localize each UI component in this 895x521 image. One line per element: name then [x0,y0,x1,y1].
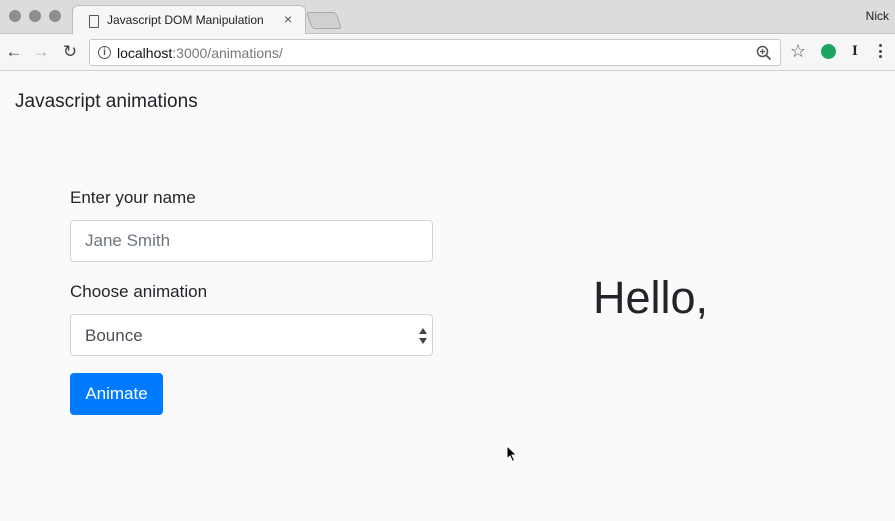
address-bar[interactable]: i localhost:3000/animations/ [89,39,781,66]
url-text[interactable]: localhost:3000/animations/ [117,45,283,61]
extension-icon[interactable] [821,44,836,59]
maximize-window-button[interactable] [49,10,61,22]
animate-button[interactable]: Animate [70,373,163,415]
page-title: Javascript animations [15,91,198,112]
name-label: Enter your name [70,188,196,207]
animation-select[interactable]: Bounce [70,314,433,356]
animation-label: Choose animation [70,282,208,301]
url-path: :3000/animations/ [172,45,283,61]
site-info-icon[interactable]: i [98,46,111,59]
new-tab-button[interactable] [305,12,343,29]
page-icon [89,15,99,28]
close-window-button[interactable] [9,10,21,22]
browser-menu-icon[interactable] [879,44,883,60]
back-icon[interactable]: ← [5,43,23,61]
browser-tab[interactable]: Javascript DOM Manipulation × [72,5,306,35]
name-input[interactable] [70,220,433,262]
url-host: localhost [117,45,173,61]
animation-select-value: Bounce [85,326,143,345]
extension-i-icon[interactable]: I [852,43,858,60]
minimize-window-button[interactable] [29,10,41,22]
select-arrows-icon [419,328,427,344]
browser-toolbar: ← → ↻ i localhost:3000/animations/ ☆ I [0,34,895,71]
mouse-cursor-icon [506,445,518,463]
zoom-icon[interactable] [756,45,772,61]
tab-strip: Javascript DOM Manipulation × Nick [0,0,895,35]
page-viewport: Javascript animations Enter your name Ch… [0,72,895,521]
reload-icon[interactable]: ↻ [61,43,79,61]
profile-name[interactable]: Nick [866,9,889,23]
bookmark-star-icon[interactable]: ☆ [790,41,806,61]
tab-title: Javascript DOM Manipulation [107,13,264,27]
tab-close-icon[interactable]: × [284,11,292,27]
forward-icon[interactable]: → [32,43,50,61]
greeting-text: Hello, [593,272,709,323]
